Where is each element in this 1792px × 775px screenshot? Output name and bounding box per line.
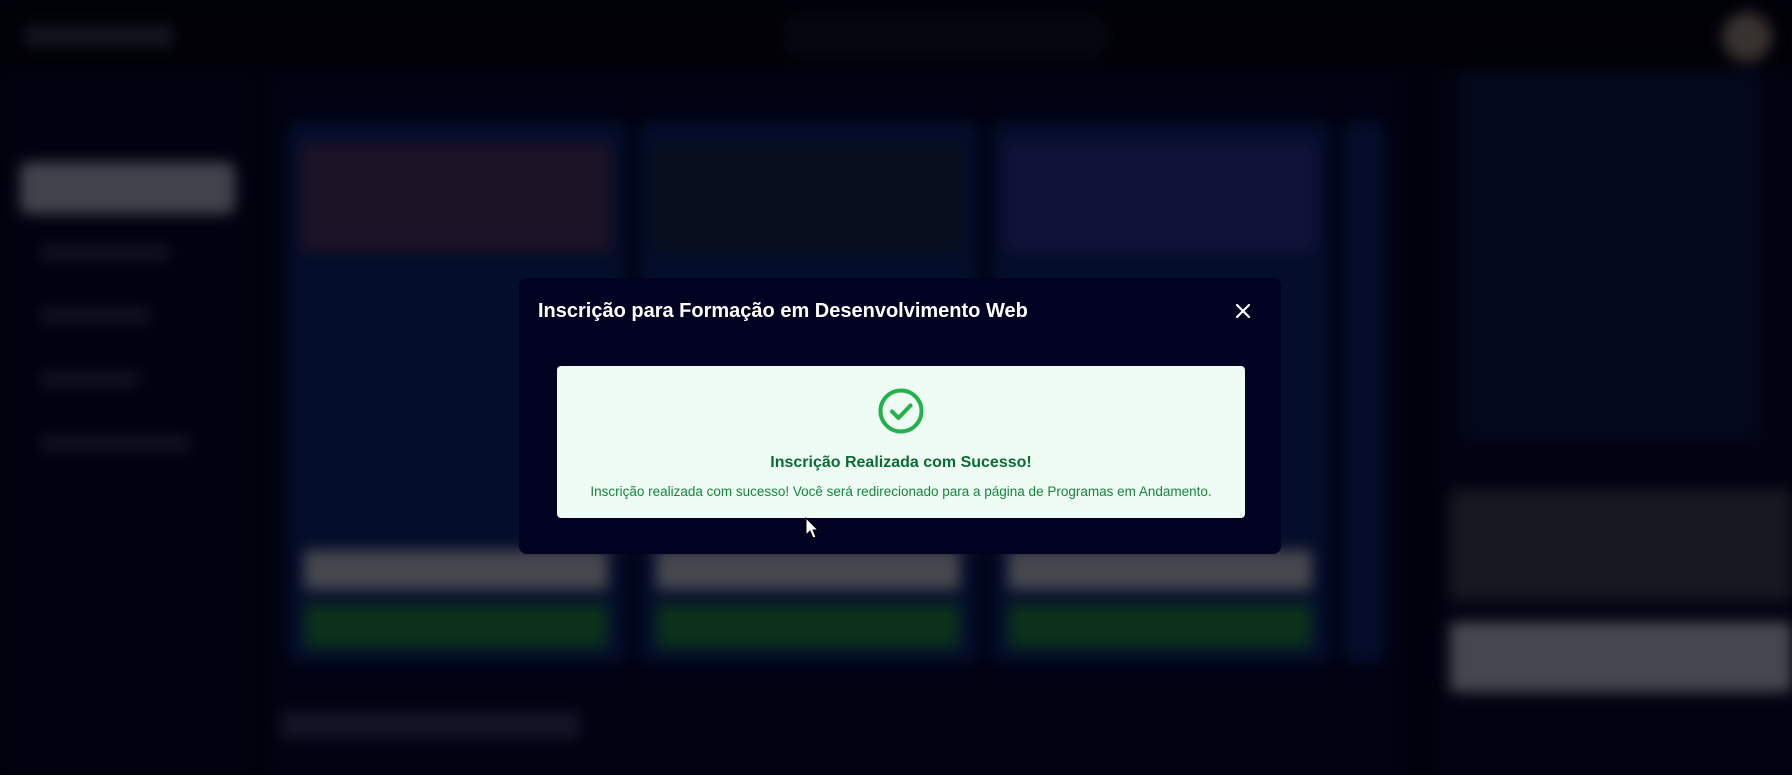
success-title: Inscrição Realizada com Sucesso!	[770, 454, 1032, 471]
check-circle-icon	[877, 387, 925, 435]
success-message: Inscrição realizada com sucesso! Você se…	[590, 484, 1212, 499]
modal-title: Inscrição para Formação em Desenvolvimen…	[538, 300, 1028, 322]
mouse-cursor-icon	[805, 516, 821, 541]
enrollment-modal: Inscrição para Formação em Desenvolvimen…	[519, 278, 1281, 554]
success-alert: Inscrição Realizada com Sucesso! Inscriç…	[557, 366, 1245, 518]
close-icon[interactable]	[1231, 299, 1255, 323]
